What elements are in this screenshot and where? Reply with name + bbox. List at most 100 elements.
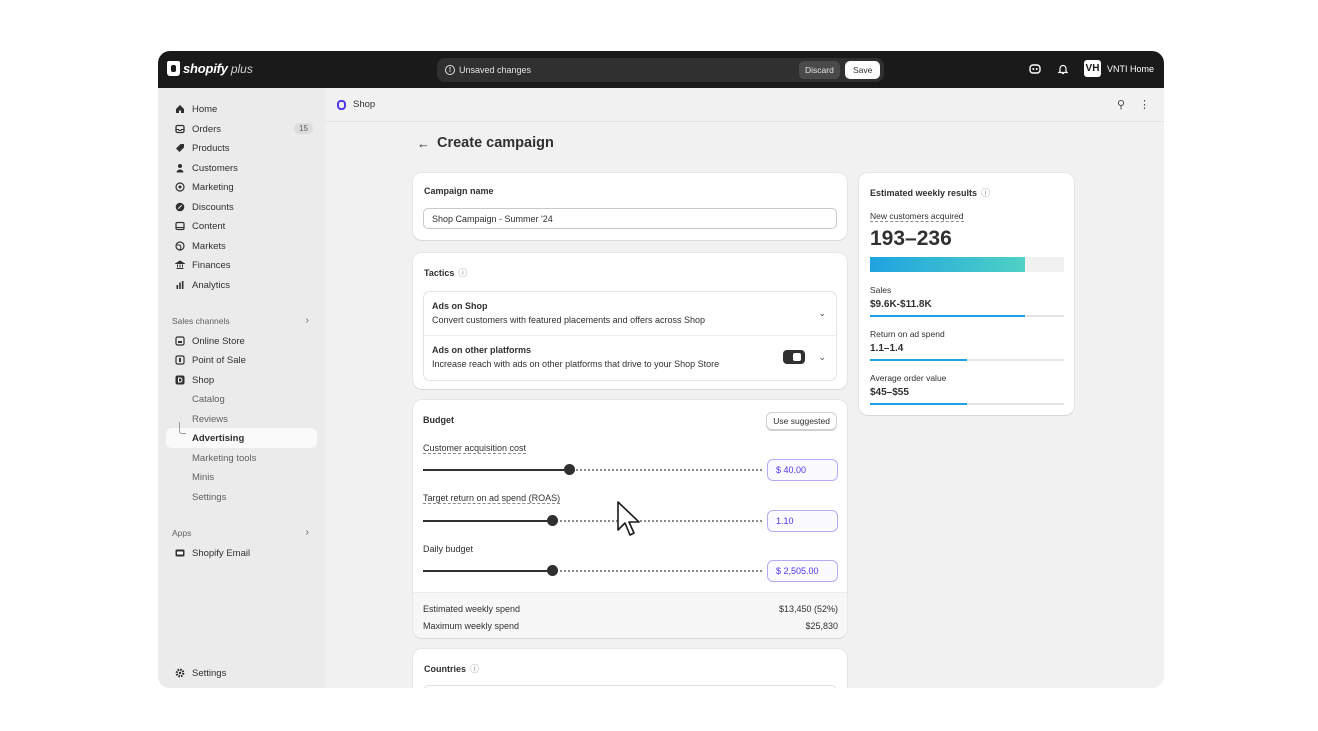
sidebar-item-label: Advertising bbox=[192, 432, 245, 444]
sidebar-item-analytics[interactable]: Analytics bbox=[166, 275, 317, 295]
sidekick-icon[interactable] bbox=[1028, 62, 1042, 76]
chevron-down-icon[interactable]: ⌄ bbox=[818, 352, 826, 363]
estimated-results-title: Estimated weekly results bbox=[870, 187, 978, 198]
sales-bar bbox=[870, 315, 1064, 317]
slider-track-empty bbox=[572, 469, 762, 471]
chevron-right-icon[interactable]: › bbox=[306, 527, 309, 538]
sidebar-item-label: Minis bbox=[192, 471, 215, 483]
aov-bar bbox=[870, 403, 1064, 405]
sidebar-item-label: Markets bbox=[192, 240, 226, 252]
shopify-plus-logo[interactable]: shopify plus bbox=[167, 61, 253, 76]
slider-thumb[interactable] bbox=[563, 464, 575, 475]
info-icon[interactable]: ⓘ bbox=[981, 186, 990, 199]
sidebar-item-orders[interactable]: Orders 15 bbox=[166, 119, 317, 139]
sidebar-item-label: Shopify Email bbox=[192, 547, 251, 559]
logo-text: shopify bbox=[183, 61, 228, 76]
countries-field[interactable] bbox=[423, 685, 837, 688]
sidebar-item-label: Settings bbox=[192, 491, 227, 503]
new-customers-label: New customers acquired bbox=[870, 211, 964, 222]
slider-thumb[interactable] bbox=[546, 565, 558, 576]
chevron-down-icon[interactable]: ⌄ bbox=[818, 308, 826, 319]
store-menu[interactable]: VH VNTI Home bbox=[1083, 60, 1154, 77]
cac-input[interactable]: $ 40.00 bbox=[767, 459, 838, 481]
shop-icon bbox=[174, 375, 185, 386]
daily-budget-input[interactable]: $ 2,505.00 bbox=[767, 560, 838, 582]
pin-icon[interactable]: ⚲ bbox=[1117, 98, 1125, 111]
store-avatar: VH bbox=[1083, 60, 1101, 77]
page-title: ← Create campaign bbox=[417, 135, 554, 151]
sidebar-item-advertising[interactable]: Advertising bbox=[166, 422, 317, 448]
sidebar-item-discounts[interactable]: Discounts bbox=[166, 197, 317, 217]
sidebar-item-markets[interactable]: Markets bbox=[166, 236, 317, 256]
new-customers-bar-fill bbox=[870, 257, 1026, 272]
aov-label: Average order value bbox=[870, 373, 947, 383]
campaign-name-label: Campaign name bbox=[424, 186, 494, 196]
back-arrow-icon[interactable]: ← bbox=[417, 136, 430, 151]
new-customers-bar bbox=[870, 257, 1064, 272]
slider-thumb[interactable] bbox=[546, 515, 558, 526]
roas-bar bbox=[870, 359, 1064, 361]
sales-channels-heading[interactable]: Sales channels bbox=[172, 316, 230, 326]
sidebar-item-catalog[interactable]: Catalog bbox=[166, 389, 317, 409]
estimated-results-card: Estimated weekly results ⓘ New customers… bbox=[859, 173, 1074, 415]
sidebar-item-shopify-email[interactable]: Shopify Email bbox=[166, 543, 317, 563]
roas-label: Target return on ad spend (ROAS) bbox=[423, 493, 561, 504]
roas-result-value: 1.1–1.4 bbox=[870, 343, 904, 354]
breadcrumb-shop[interactable]: Shop bbox=[353, 99, 375, 110]
person-icon bbox=[174, 163, 185, 174]
tactics-title: Tactics bbox=[424, 267, 455, 278]
sidebar-item-label: Customers bbox=[192, 162, 238, 174]
sidebar-item-finances[interactable]: Finances bbox=[166, 255, 317, 275]
sidebar-item-content[interactable]: Content bbox=[166, 216, 317, 236]
chevron-right-icon[interactable]: › bbox=[306, 315, 309, 326]
slider-track-filled bbox=[423, 570, 552, 572]
info-icon[interactable]: ⓘ bbox=[458, 266, 467, 279]
sidebar-item-shop-settings[interactable]: Settings bbox=[166, 487, 317, 507]
sidebar-item-marketing-tools[interactable]: Marketing tools bbox=[166, 448, 317, 468]
tactic-ads-other-platforms[interactable]: Ads on other platforms Increase reach wi… bbox=[424, 336, 836, 381]
estimated-weekly-spend-value: $13,450 (52%) bbox=[778, 604, 838, 614]
sidebar-item-label: Shop bbox=[192, 374, 215, 386]
discard-button[interactable]: Discard bbox=[799, 61, 840, 79]
use-suggested-button[interactable]: Use suggested bbox=[766, 412, 837, 430]
sidebar-item-shop[interactable]: Shop bbox=[166, 370, 317, 390]
slider-track-filled bbox=[423, 520, 552, 522]
estimated-weekly-spend-row: Estimated weekly spend $13,450 (52%) bbox=[423, 604, 838, 614]
more-icon[interactable]: ⋮ bbox=[1139, 98, 1150, 111]
sidebar-item-label: Settings bbox=[192, 667, 227, 679]
sidebar-item-label: Marketing bbox=[192, 181, 234, 193]
sidebar-item-reviews[interactable]: Reviews bbox=[166, 409, 317, 429]
sidebar-item-label: Reviews bbox=[192, 413, 228, 425]
other-platforms-toggle[interactable] bbox=[783, 350, 805, 364]
info-icon: ! bbox=[445, 65, 455, 75]
top-bar: shopify plus ! Unsaved changes Discard S… bbox=[158, 51, 1164, 88]
slider-track-filled bbox=[423, 469, 569, 471]
sidebar-item-customers[interactable]: Customers bbox=[166, 158, 317, 178]
gear-icon bbox=[174, 668, 185, 679]
info-icon[interactable]: ⓘ bbox=[470, 662, 479, 675]
apps-heading[interactable]: Apps bbox=[172, 528, 191, 538]
sidebar-item-label: Point of Sale bbox=[192, 354, 246, 366]
sidebar-item-marketing[interactable]: Marketing bbox=[166, 177, 317, 197]
bell-icon[interactable] bbox=[1056, 62, 1070, 76]
slider-track-empty bbox=[555, 520, 762, 522]
sidebar-item-minis[interactable]: Minis bbox=[166, 467, 317, 487]
tactic-ads-on-shop[interactable]: Ads on Shop Convert customers with featu… bbox=[424, 292, 836, 336]
top-right-icons: VH VNTI Home bbox=[1028, 60, 1154, 77]
spend-summary: Estimated weekly spend $13,450 (52%) Max… bbox=[413, 592, 847, 638]
roas-input[interactable]: 1.10 bbox=[767, 510, 838, 532]
aov-bar-fill bbox=[870, 403, 967, 405]
globe-icon bbox=[174, 241, 185, 252]
sidebar-item-home[interactable]: Home bbox=[166, 99, 317, 119]
sidebar-item-settings[interactable]: Settings bbox=[166, 663, 317, 683]
sidebar-item-online-store[interactable]: Online Store bbox=[166, 331, 317, 351]
orders-icon bbox=[174, 124, 185, 135]
sidebar-item-products[interactable]: Products bbox=[166, 138, 317, 158]
campaign-name-input[interactable]: Shop Campaign - Summer '24 bbox=[423, 208, 837, 229]
bar-chart-icon bbox=[174, 280, 185, 291]
home-icon bbox=[174, 104, 185, 115]
shopify-bag-icon bbox=[167, 61, 180, 76]
sidebar-item-point-of-sale[interactable]: Point of Sale bbox=[166, 350, 317, 370]
save-button[interactable]: Save bbox=[845, 61, 881, 79]
roas-result-label: Return on ad spend bbox=[870, 329, 945, 339]
